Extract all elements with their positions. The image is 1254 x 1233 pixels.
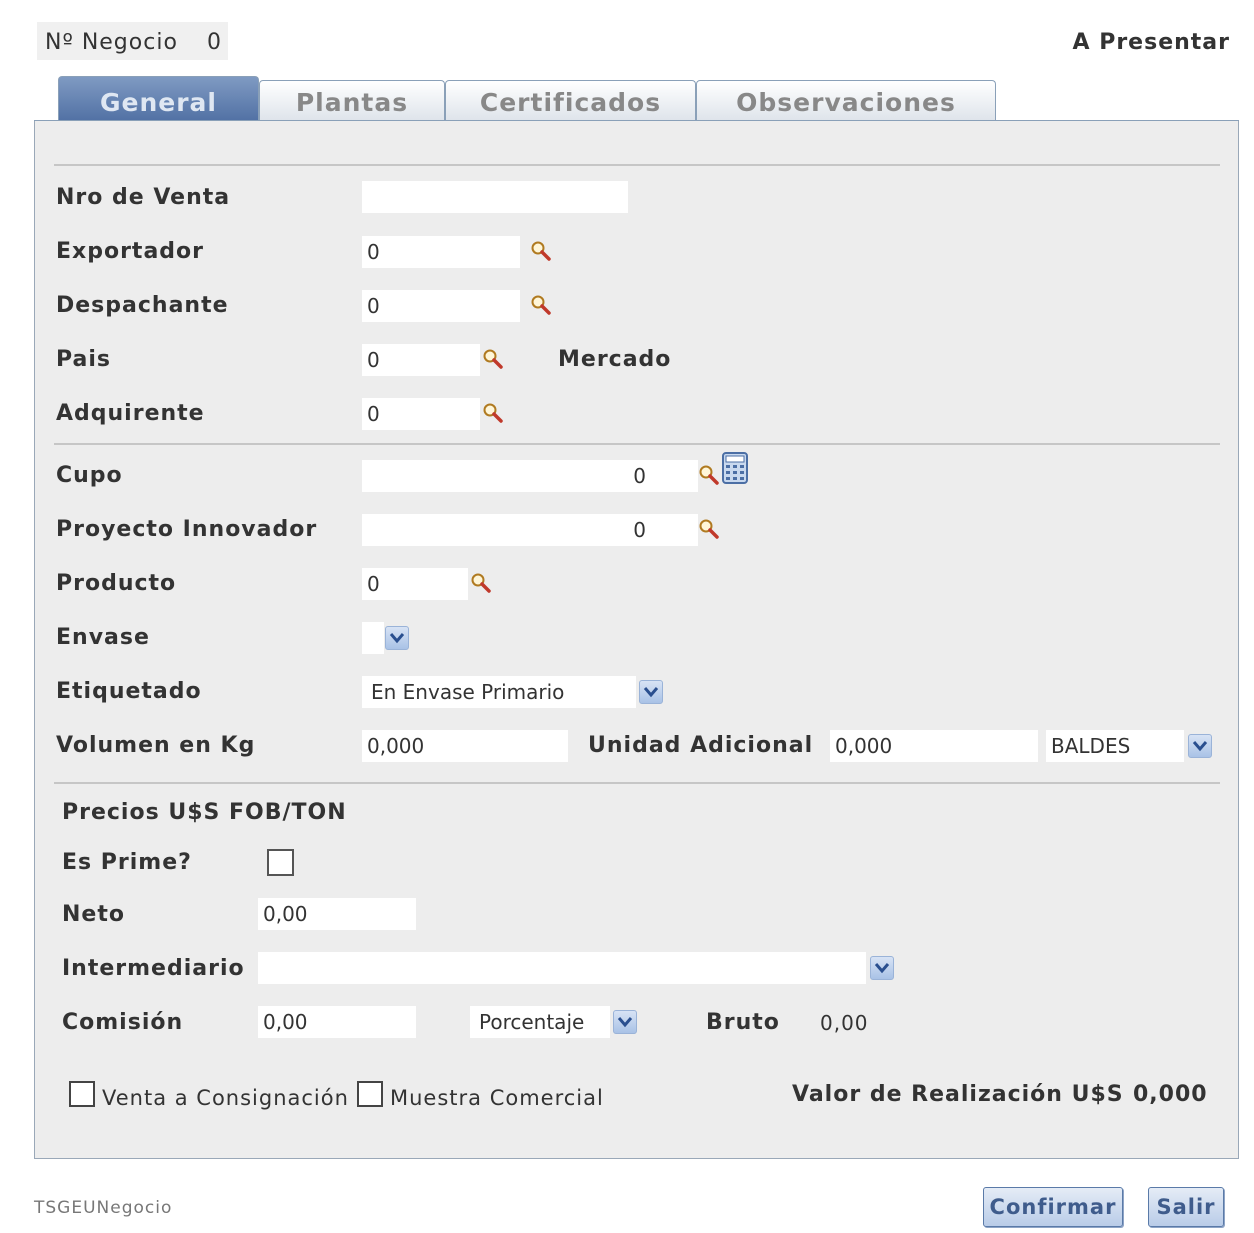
etiquetado-label: Etiquetado <box>56 679 202 704</box>
producto-search-icon[interactable] <box>470 572 492 594</box>
precios-title: Precios U$S FOB/TON <box>62 800 347 825</box>
tab-observaciones[interactable]: Observaciones <box>696 80 996 122</box>
status-label: A Presentar <box>1072 30 1230 55</box>
proyecto-search-icon[interactable] <box>698 518 720 540</box>
unidad-tipo-dropdown-button[interactable] <box>1188 734 1212 758</box>
tab-certificados[interactable]: Certificados <box>445 80 696 122</box>
chevron-down-icon <box>617 1015 633 1029</box>
chevron-down-icon <box>389 631 405 645</box>
calculator-icon[interactable] <box>722 452 748 484</box>
divider <box>54 782 1220 784</box>
cupo-label: Cupo <box>56 463 123 488</box>
unidad-tipo-select[interactable]: BALDES <box>1046 730 1184 762</box>
confirmar-button[interactable]: Confirmar <box>983 1187 1123 1227</box>
pais-label: Pais <box>56 347 112 372</box>
producto-label: Producto <box>56 571 177 596</box>
es-prime-label: Es Prime? <box>62 850 192 875</box>
pais-search-icon[interactable] <box>482 348 504 370</box>
despachante-search-icon[interactable] <box>530 294 552 316</box>
muestra-comercial-label: Muestra Comercial <box>390 1086 604 1110</box>
es-prime-checkbox[interactable] <box>267 849 294 876</box>
envase-label: Envase <box>56 625 150 650</box>
nro-venta-input[interactable] <box>362 181 628 213</box>
neto-label: Neto <box>62 902 125 927</box>
adquirente-input[interactable]: 0 <box>362 398 480 430</box>
cupo-search-icon[interactable] <box>698 464 720 486</box>
form-id-label: TSGEUNegocio <box>34 1198 173 1218</box>
cupo-input[interactable]: 0 <box>362 460 698 492</box>
despachante-input[interactable]: 0 <box>362 290 520 322</box>
despachante-label: Despachante <box>56 293 229 318</box>
divider <box>54 443 1220 445</box>
nro-venta-label: Nro de Venta <box>56 185 231 210</box>
intermediario-select[interactable] <box>258 952 866 984</box>
pais-input[interactable]: 0 <box>362 344 480 376</box>
negocio-label: Nº Negocio <box>45 30 178 55</box>
negocio-value: 0 <box>207 30 221 55</box>
chevron-down-icon <box>874 961 890 975</box>
volumen-label: Volumen en Kg <box>56 733 256 758</box>
bruto-value: 0,00 <box>820 1011 869 1035</box>
comision-label: Comisión <box>62 1010 184 1035</box>
adquirente-label: Adquirente <box>56 401 205 426</box>
volumen-input[interactable]: 0,000 <box>362 730 568 762</box>
producto-input[interactable]: 0 <box>362 568 468 600</box>
adquirente-search-icon[interactable] <box>482 402 504 424</box>
unidad-adicional-label: Unidad Adicional <box>588 733 814 758</box>
exportador-label: Exportador <box>56 239 205 264</box>
bruto-label: Bruto <box>706 1010 780 1035</box>
comision-tipo-dropdown-button[interactable] <box>613 1010 637 1034</box>
comision-tipo-select[interactable]: Porcentaje <box>470 1006 610 1038</box>
mercado-label: Mercado <box>558 347 672 372</box>
etiquetado-dropdown-button[interactable] <box>639 680 663 704</box>
exportador-input[interactable]: 0 <box>362 236 520 268</box>
salir-button[interactable]: Salir <box>1148 1187 1224 1227</box>
divider <box>54 164 1220 166</box>
intermediario-label: Intermediario <box>62 956 245 981</box>
unidad-adicional-input[interactable]: 0,000 <box>830 730 1038 762</box>
exportador-search-icon[interactable] <box>530 240 552 262</box>
tab-plantas[interactable]: Plantas <box>259 80 445 122</box>
etiquetado-select[interactable]: En Envase Primario <box>362 676 636 708</box>
valor-realizacion-value: 0,000 <box>1133 1082 1208 1107</box>
comision-input[interactable]: 0,00 <box>258 1006 416 1038</box>
envase-select[interactable] <box>362 622 384 654</box>
muestra-comercial-checkbox[interactable] <box>357 1081 383 1107</box>
tab-general[interactable]: General <box>58 76 259 123</box>
chevron-down-icon <box>643 685 659 699</box>
proyecto-input[interactable]: 0 <box>362 514 698 546</box>
neto-input[interactable]: 0,00 <box>258 898 416 930</box>
envase-dropdown-button[interactable] <box>385 626 409 650</box>
proyecto-label: Proyecto Innovador <box>56 517 318 542</box>
venta-consignacion-label: Venta a Consignación <box>102 1086 349 1110</box>
chevron-down-icon <box>1192 739 1208 753</box>
valor-realizacion-label: Valor de Realización U$S <box>792 1082 1124 1107</box>
form-panel <box>34 121 1239 1159</box>
intermediario-dropdown-button[interactable] <box>870 956 894 980</box>
venta-consignacion-checkbox[interactable] <box>69 1081 95 1107</box>
